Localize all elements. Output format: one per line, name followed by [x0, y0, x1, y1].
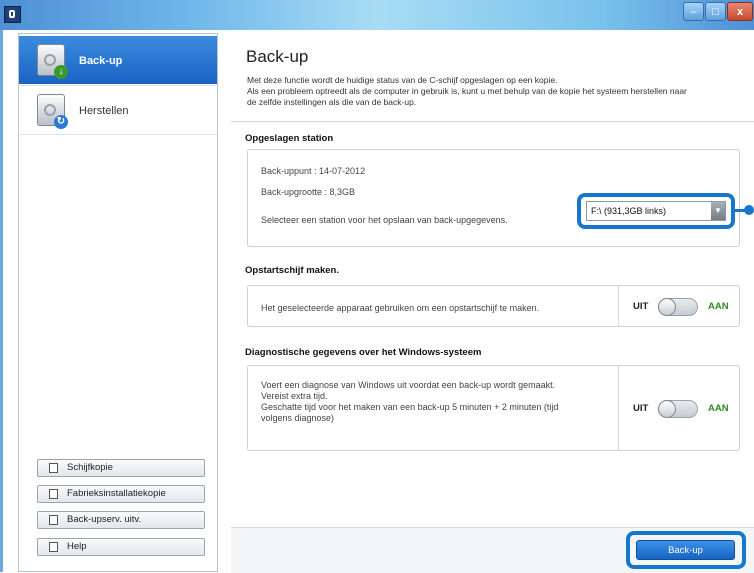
toggle-off-label: UIT: [633, 301, 649, 312]
page-title: Back-up: [246, 47, 309, 66]
sidebar: ↓ Back-up ↻ Herstellen Schijfkopie Fabri…: [18, 33, 218, 572]
drive-select-highlight: F:\ (931,3GB links) ▼: [577, 193, 735, 229]
boot-disk-box: Het geselecteerde apparaat gebruiken om …: [247, 285, 740, 327]
sidebar-item-label: Herstellen: [79, 105, 129, 117]
backup-disk-icon: ↓: [37, 44, 68, 79]
footer-bar: Back-up: [231, 527, 754, 573]
app-icon: [4, 6, 21, 23]
backup-service-icon: [49, 515, 58, 525]
backup-service-button[interactable]: Back-upserv. uitv.: [37, 511, 205, 529]
diagnostics-line: Vereist extra tijd.: [261, 391, 328, 401]
disk-copy-button[interactable]: Schijfkopie: [37, 459, 205, 477]
toggle-on-label: AAN: [708, 403, 729, 414]
description-line: Met deze functie wordt de huidige status…: [247, 75, 558, 85]
toggle-on-label: AAN: [708, 301, 729, 312]
divider: [618, 366, 619, 450]
button-label: Help: [67, 541, 87, 552]
boot-disk-toggle[interactable]: UIT AAN: [633, 297, 748, 317]
callout-dot: [744, 205, 754, 215]
toggle-switch[interactable]: [658, 298, 698, 316]
close-button[interactable]: x: [727, 2, 753, 21]
divider: [618, 286, 619, 326]
diagnostics-heading: Diagnostische gegevens over het Windows-…: [245, 347, 482, 358]
chevron-down-icon[interactable]: ▼: [711, 202, 725, 220]
backup-button[interactable]: Back-up: [636, 540, 735, 560]
backup-button-highlight: Back-up: [626, 531, 746, 569]
restore-disk-icon: ↻: [37, 94, 68, 129]
maximize-button[interactable]: □: [705, 2, 726, 21]
description-line: Als een probleem optreedt als de compute…: [247, 86, 687, 96]
factory-image-icon: [49, 489, 58, 499]
title-bar: – □ x: [0, 0, 754, 30]
select-station-label: Selecteer een station voor het opslaan v…: [261, 215, 508, 225]
sidebar-item-restore[interactable]: ↻ Herstellen: [19, 85, 217, 135]
boot-disk-text: Het geselecteerde apparaat gebruiken om …: [261, 303, 540, 313]
button-label: Schijfkopie: [67, 462, 113, 473]
divider: [231, 121, 754, 122]
button-label: Back-upserv. uitv.: [67, 514, 142, 525]
button-label: Fabrieksinstallatiekopie: [67, 488, 166, 499]
help-icon: [49, 542, 58, 552]
diagnostics-line: Geschatte tijd voor het maken van een ba…: [261, 402, 559, 412]
backup-size: Back-upgrootte : 8,3GB: [261, 187, 356, 197]
backup-point: Back-uppunt : 14-07-2012: [261, 166, 366, 176]
description-line: de zelfde instellingen als die van de ba…: [247, 97, 417, 107]
stored-station-heading: Opgeslagen station: [245, 133, 334, 144]
sidebar-item-label: Back-up: [79, 55, 123, 67]
factory-image-button[interactable]: Fabrieksinstallatiekopie: [37, 485, 205, 503]
minimize-button[interactable]: –: [683, 2, 704, 21]
main-panel: Back-up Met deze functie wordt de huidig…: [231, 33, 754, 573]
toggle-knob[interactable]: [658, 298, 676, 316]
sidebar-item-backup[interactable]: ↓ Back-up: [19, 36, 217, 84]
drive-select-value: F:\ (931,3GB links): [591, 206, 667, 216]
disk-copy-icon: [49, 463, 58, 473]
page-description: Met deze functie wordt de huidige status…: [247, 75, 753, 108]
diagnostics-text: Voert een diagnose van Windows uit voord…: [261, 380, 611, 424]
drive-select[interactable]: F:\ (931,3GB links) ▼: [586, 201, 726, 221]
diagnostics-box: Voert een diagnose van Windows uit voord…: [247, 365, 740, 451]
boot-disk-heading: Opstartschijf maken.: [245, 265, 339, 276]
toggle-off-label: UIT: [633, 403, 649, 414]
diagnostics-toggle[interactable]: UIT AAN: [633, 399, 748, 419]
help-button[interactable]: Help: [37, 538, 205, 556]
toggle-switch[interactable]: [658, 400, 698, 418]
diagnostics-line: Voert een diagnose van Windows uit voord…: [261, 380, 556, 390]
toggle-knob[interactable]: [658, 400, 676, 418]
diagnostics-line: volgens diagnose): [261, 413, 335, 423]
